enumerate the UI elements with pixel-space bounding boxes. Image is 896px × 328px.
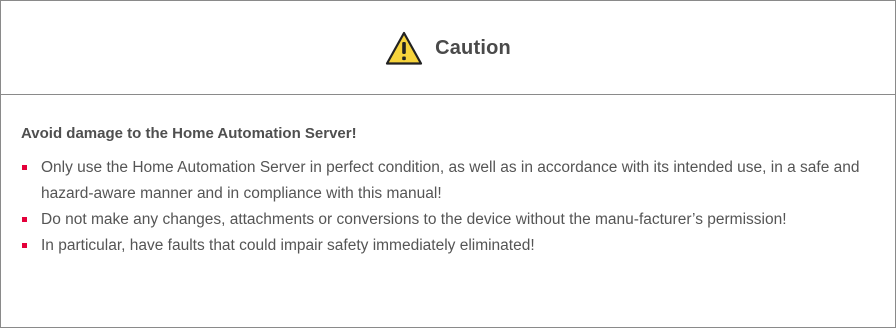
list-item: Do not make any changes, attachments or … bbox=[21, 207, 877, 233]
warning-triangle-icon bbox=[385, 31, 423, 65]
bullet-icon bbox=[22, 165, 27, 170]
caution-title: Caution bbox=[435, 37, 511, 59]
list-item: In particular, have faults that could im… bbox=[21, 233, 877, 259]
list-item-text: Only use the Home Automation Server in p… bbox=[41, 159, 860, 202]
list-item-text: Do not make any changes, attachments or … bbox=[41, 211, 787, 228]
caution-header: Caution bbox=[1, 1, 895, 95]
list-item-text: In particular, have faults that could im… bbox=[41, 237, 535, 254]
bullet-icon bbox=[22, 243, 27, 248]
caution-list: Only use the Home Automation Server in p… bbox=[21, 155, 877, 259]
caution-notice: Caution Avoid damage to the Home Automat… bbox=[0, 0, 896, 328]
list-item: Only use the Home Automation Server in p… bbox=[21, 155, 877, 207]
caution-body: Avoid damage to the Home Automation Serv… bbox=[1, 95, 895, 259]
bullet-icon bbox=[22, 217, 27, 222]
caution-subtitle: Avoid damage to the Home Automation Serv… bbox=[21, 125, 357, 142]
